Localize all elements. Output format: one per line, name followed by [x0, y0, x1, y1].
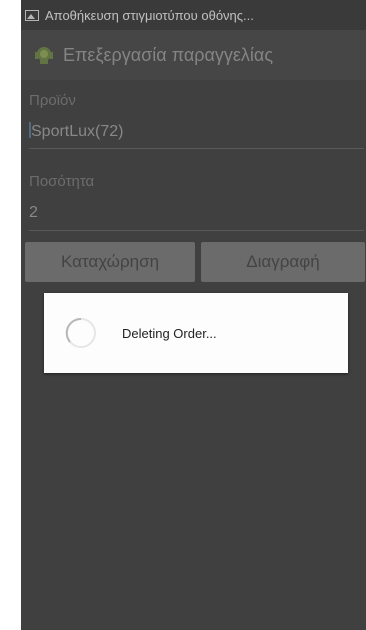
dialog-message: Deleting Order... — [122, 325, 217, 341]
progress-dialog: Deleting Order... — [44, 293, 348, 373]
spinner-icon — [65, 317, 96, 348]
